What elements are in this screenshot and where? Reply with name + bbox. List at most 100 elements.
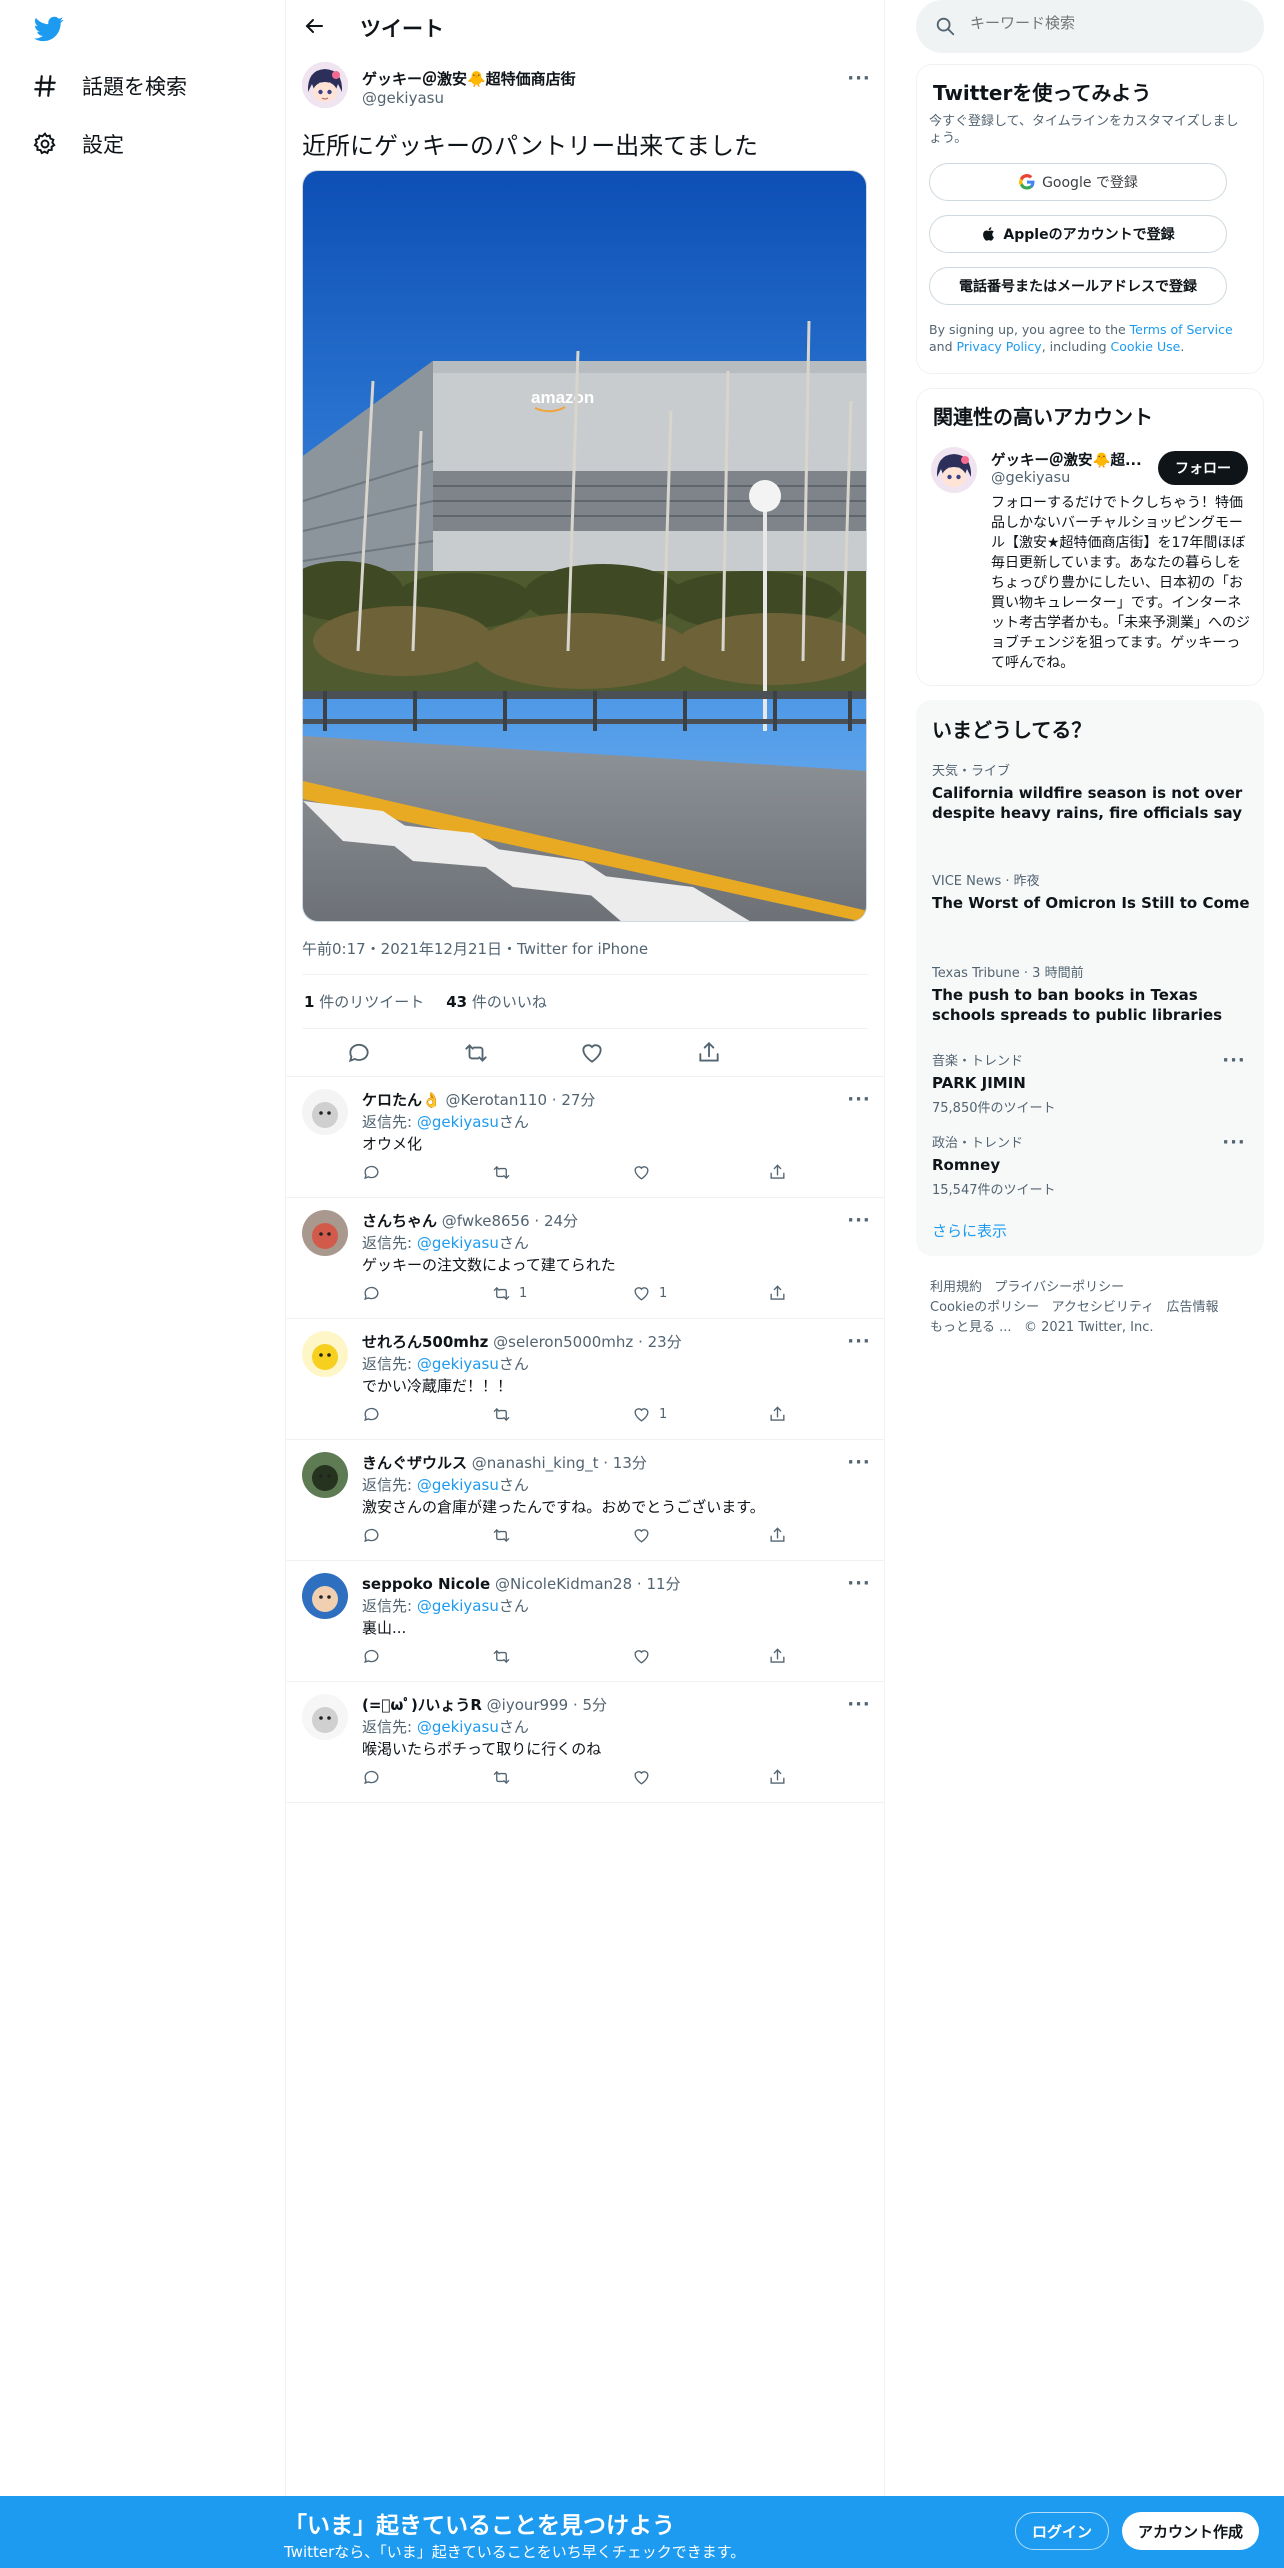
reply-tweet[interactable]: ケロたん👌 @Kerotan110 · 27分 ··· 返信先: @gekiyasu… (286, 1076, 884, 1197)
trend-item[interactable]: 音楽・トレンド PARK JIMIN 75,850件のツイート ··· (932, 1048, 1252, 1117)
retweet-button[interactable] (492, 1645, 519, 1667)
reply-tweet[interactable]: seppoko Nicole @NicoleKidman28 · 11分 ··· 返… (286, 1560, 884, 1681)
like-button[interactable] (632, 1524, 659, 1546)
reply-author-handle[interactable]: @nanashi_king_t (472, 1454, 599, 1472)
avatar[interactable] (302, 1331, 348, 1377)
reply-author-name[interactable]: さんちゃん (362, 1212, 437, 1230)
reply-button[interactable] (362, 1282, 381, 1304)
tweet-timestamp[interactable]: 午前0:17・2021年12月21日・Twitter for iPhone (302, 938, 648, 959)
retweet-button[interactable] (492, 1161, 519, 1183)
like-button[interactable]: 1 (632, 1282, 667, 1304)
reply-button[interactable] (362, 1524, 381, 1546)
reply-time[interactable]: · 11分 (637, 1575, 681, 1593)
follow-button[interactable]: フォロー (1158, 451, 1248, 485)
reply-author-handle[interactable]: @seleron5000mhz (493, 1333, 633, 1351)
more-options-icon[interactable]: ··· (847, 1450, 871, 1474)
reply-to-mention[interactable]: @gekiyasu (417, 1355, 499, 1373)
more-options-icon[interactable]: ··· (1222, 1130, 1246, 1154)
nav-explore[interactable]: 話題を検索 (32, 64, 187, 108)
retweet-button[interactable] (492, 1403, 519, 1425)
reply-author-name[interactable]: ケロたん👌 (362, 1091, 441, 1109)
reply-time[interactable]: · 27分 (552, 1091, 596, 1109)
reply-author-handle[interactable]: @NicoleKidman28 (495, 1575, 632, 1593)
reply-author-handle[interactable]: @iyour999 (487, 1696, 569, 1714)
footer-accessibility-link[interactable]: アクセシビリティ (1052, 1300, 1155, 1315)
reply-button[interactable] (362, 1645, 381, 1667)
like-button[interactable] (632, 1766, 659, 1788)
phone-email-signup-button[interactable]: 電話番号またはメールアドレスで登録 (929, 267, 1227, 305)
trend-item[interactable]: Texas Tribune · 3 時間前 The push to ban boo… (932, 962, 1252, 1025)
nav-settings[interactable]: 設定 (32, 122, 124, 166)
more-options-icon[interactable]: ··· (847, 66, 871, 90)
share-button[interactable] (768, 1403, 787, 1425)
reply-author-handle[interactable]: @Kerotan110 (445, 1091, 547, 1109)
share-button[interactable] (768, 1282, 787, 1304)
login-button[interactable]: ログイン (1015, 2512, 1109, 2550)
more-options-icon[interactable]: ··· (1222, 1048, 1246, 1072)
reply-author-name[interactable]: (=ﾟωﾟ)ﾉいょうR (362, 1696, 482, 1714)
google-signup-button[interactable]: Google で登録 (929, 163, 1227, 201)
avatar[interactable] (302, 1452, 348, 1498)
share-button[interactable] (768, 1524, 787, 1546)
footer-cookie-link[interactable]: Cookieのポリシー (930, 1300, 1039, 1315)
retweet-button[interactable] (492, 1524, 519, 1546)
like-icon[interactable] (579, 1040, 605, 1066)
avatar[interactable] (302, 62, 348, 108)
more-options-icon[interactable]: ··· (847, 1087, 871, 1111)
privacy-link[interactable]: Privacy Policy (957, 339, 1042, 354)
reply-icon[interactable] (346, 1040, 372, 1066)
reply-author-handle[interactable]: @fwke8656 (442, 1212, 530, 1230)
reply-time[interactable]: · 24分 (534, 1212, 578, 1230)
reply-tweet[interactable]: せれろん500mhz @seleron5000mhz · 23分 ··· 返信先: … (286, 1318, 884, 1439)
more-options-icon[interactable]: ··· (847, 1329, 871, 1353)
twitter-bird-icon[interactable] (32, 14, 66, 44)
reply-time[interactable]: · 23分 (638, 1333, 682, 1351)
like-button[interactable]: 1 (632, 1403, 667, 1425)
reply-time[interactable]: · 13分 (603, 1454, 647, 1472)
reply-tweet[interactable]: (=ﾟωﾟ)ﾉいょうR @iyour999 · 5分 ··· 返信先: @gekiy… (286, 1681, 884, 1802)
relevant-name[interactable]: ゲッキー＠激安🐥超... (991, 449, 1142, 470)
tweet-photo[interactable]: amazon (302, 170, 867, 922)
retweet-stat[interactable]: 1 件のリツイート (304, 991, 424, 1012)
reply-author-name[interactable]: きんぐザウルス (362, 1454, 467, 1472)
reply-author-name[interactable]: せれろん500mhz (362, 1333, 488, 1351)
author-handle[interactable]: @gekiyasu (362, 89, 444, 107)
like-stat[interactable]: 43 件のいいね (446, 991, 547, 1012)
search-box[interactable] (916, 0, 1264, 53)
author-name[interactable]: ゲッキー＠激安🐥超特価商店街 (362, 68, 576, 89)
reply-to-mention[interactable]: @gekiyasu (417, 1476, 499, 1494)
apple-signup-button[interactable]: Appleのアカウントで登録 (929, 215, 1227, 253)
trend-item[interactable]: 天気・ライブ California wildfire season is not … (932, 760, 1252, 823)
share-button[interactable] (768, 1766, 787, 1788)
reply-to-mention[interactable]: @gekiyasu (417, 1718, 499, 1736)
avatar[interactable] (302, 1210, 348, 1256)
footer-privacy-link[interactable]: プライバシーポリシー (994, 1280, 1124, 1295)
reply-button[interactable] (362, 1403, 381, 1425)
share-button[interactable] (768, 1161, 787, 1183)
reply-to-mention[interactable]: @gekiyasu (417, 1113, 499, 1131)
relevant-handle[interactable]: @gekiyasu (991, 470, 1070, 486)
avatar[interactable] (302, 1694, 348, 1740)
avatar[interactable] (302, 1573, 348, 1619)
footer-ads-link[interactable]: 広告情報 (1167, 1300, 1219, 1315)
more-options-icon[interactable]: ··· (847, 1571, 871, 1595)
avatar[interactable] (302, 1089, 348, 1135)
footer-more-link[interactable]: もっと見る ... (930, 1320, 1012, 1335)
signup-button[interactable]: アカウント作成 (1122, 2512, 1259, 2550)
like-button[interactable] (632, 1645, 659, 1667)
back-arrow-icon[interactable] (302, 14, 326, 38)
search-input[interactable] (970, 15, 1230, 32)
trend-item[interactable]: VICE News · 昨夜 The Worst of Omicron Is St… (932, 870, 1252, 913)
more-options-icon[interactable]: ··· (847, 1692, 871, 1716)
footer-terms-link[interactable]: 利用規約 (930, 1280, 982, 1295)
cookie-link[interactable]: Cookie Use (1111, 339, 1181, 354)
retweet-button[interactable]: 1 (492, 1282, 527, 1304)
share-button[interactable] (768, 1645, 787, 1667)
retweet-icon[interactable] (463, 1040, 489, 1066)
reply-tweet[interactable]: きんぐザウルス @nanashi_king_t · 13分 ··· 返信先: @ge… (286, 1439, 884, 1560)
reply-author-name[interactable]: seppoko Nicole (362, 1575, 490, 1593)
share-icon[interactable] (696, 1040, 722, 1066)
reply-button[interactable] (362, 1766, 381, 1788)
trend-item[interactable]: 政治・トレンド Romney 15,547件のツイート ··· (932, 1130, 1252, 1199)
retweet-button[interactable] (492, 1766, 519, 1788)
